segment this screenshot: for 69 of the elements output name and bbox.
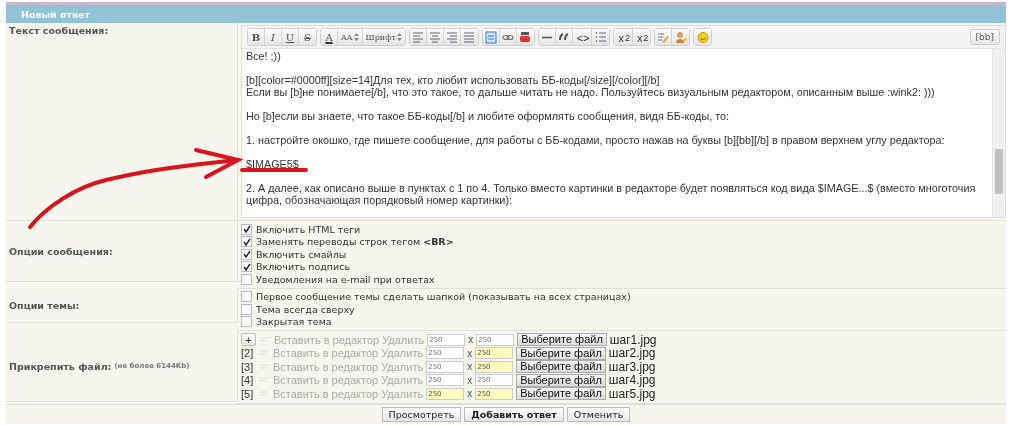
text-line: 1. настройте окошко, где пишете сообщение, для работы с ББ-кодами, просто нажав на буквы [b][bb][/b] в правом верхнем углу редактора: bbox=[246, 134, 946, 146]
pencil-icon bbox=[657, 30, 670, 44]
list-icon bbox=[594, 30, 607, 44]
image-icon bbox=[484, 30, 497, 44]
text-line: $IMAGE5$ bbox=[246, 158, 300, 170]
option-label: Уведомления на e-mail при ответах bbox=[256, 273, 435, 285]
option-label: Включить смайлы bbox=[256, 248, 347, 260]
file-name: шаг2.jpg bbox=[608, 346, 656, 361]
text-color-button[interactable]: A bbox=[321, 29, 338, 45]
option-label: Заменять переводы строк тегом <BR> bbox=[256, 236, 454, 248]
align-right-icon bbox=[445, 30, 458, 44]
checkbox[interactable] bbox=[241, 236, 252, 248]
file-name: шаг3.jpg bbox=[608, 359, 656, 374]
option-label: Включить подпись bbox=[256, 261, 351, 273]
toolbar-button[interactable]: <> bbox=[572, 29, 593, 45]
bold-button[interactable]: B bbox=[248, 29, 265, 45]
option-label: Включить HTML теги bbox=[256, 223, 361, 235]
align-justify-icon bbox=[463, 30, 476, 44]
dropdown[interactable]: AA bbox=[338, 29, 363, 45]
align-left-icon bbox=[411, 30, 424, 44]
checkbox[interactable] bbox=[241, 303, 252, 315]
field-label: Текст сообщения: bbox=[9, 25, 109, 36]
checkbox[interactable] bbox=[241, 316, 252, 328]
checkbox[interactable] bbox=[241, 223, 252, 235]
spinner-icon bbox=[353, 33, 359, 41]
field-label: Опции сообщения: bbox=[9, 245, 113, 257]
row-number: [2] bbox=[241, 347, 255, 360]
option-label: Тема всегда сверху bbox=[256, 303, 355, 315]
text-line: Если вы [b]не понимаете[/b], что это такое, то дальше читать не надо. Пользуйтесь визуальным редактором, описанным выше :wink2: ))) bbox=[246, 86, 936, 98]
form-button[interactable]: Просмотреть bbox=[381, 406, 462, 422]
option-label: Закрытая тема bbox=[256, 316, 332, 328]
row-number: [4] bbox=[241, 374, 255, 387]
option-label: Первое сообщение темы сделать шапкой (показывать на всех страницах) bbox=[256, 291, 631, 303]
field-label: Прикрепить файл: bbox=[9, 360, 112, 372]
checkbox[interactable] bbox=[241, 291, 252, 303]
times-sign: x bbox=[467, 388, 473, 400]
bbcode-toggle-button[interactable]: [bb] bbox=[969, 29, 1000, 45]
toolbar-button[interactable] bbox=[672, 29, 690, 45]
scrollbar[interactable] bbox=[992, 49, 1005, 217]
align-center-icon bbox=[428, 30, 441, 44]
underline-mark bbox=[240, 168, 308, 172]
italic-button[interactable]: I bbox=[265, 29, 282, 45]
file-name: шаг4.jpg bbox=[608, 373, 656, 388]
text-line: 2. А далее, как описано выше в пунктах с 1 по 4. Только вместо картинки в редакторе будет появляться код вида $IMAGE...$ (вместо многоточия цифра, обозначающая порядковый номер картинки): bbox=[246, 182, 977, 206]
video-icon bbox=[519, 30, 532, 44]
toolbar-button[interactable] bbox=[538, 29, 556, 45]
times-sign: x bbox=[467, 361, 473, 373]
form-button[interactable]: Отменить bbox=[566, 406, 631, 422]
spinner-icon bbox=[396, 33, 402, 41]
row-number: [5] bbox=[241, 387, 255, 400]
text-line: Все! ;)) bbox=[246, 50, 282, 62]
file-name: шаг1.jpg bbox=[609, 332, 657, 347]
field-label: Опции темы: bbox=[9, 299, 80, 311]
form-button[interactable]: Добавить ответ bbox=[464, 406, 564, 422]
times-sign: x bbox=[467, 374, 473, 386]
checkbox[interactable] bbox=[241, 261, 252, 273]
section-title: Новый ответ bbox=[20, 8, 91, 20]
text-line: Но [b]если вы знаете, что такое ББ-коды[/b] и любите оформлять сообщения, видя ББ-коды, то: bbox=[246, 110, 730, 122]
dropdown[interactable]: Шрифт bbox=[362, 29, 405, 45]
text-line: [b][color=#0000ff][size=14]Для тех, кто любит использовать ББ-коды[/size][/color][/b] bbox=[246, 74, 661, 86]
file-name: шаг5.jpg bbox=[608, 386, 656, 401]
row-number: [3] bbox=[241, 360, 255, 373]
strikethrough-button[interactable]: S bbox=[299, 29, 316, 45]
smiley-icon bbox=[696, 30, 709, 44]
checkbox[interactable] bbox=[241, 273, 252, 285]
times-sign: x bbox=[468, 334, 474, 346]
underline-button[interactable]: U bbox=[282, 29, 299, 45]
checkbox[interactable] bbox=[241, 248, 252, 260]
times-sign: x bbox=[467, 347, 473, 359]
